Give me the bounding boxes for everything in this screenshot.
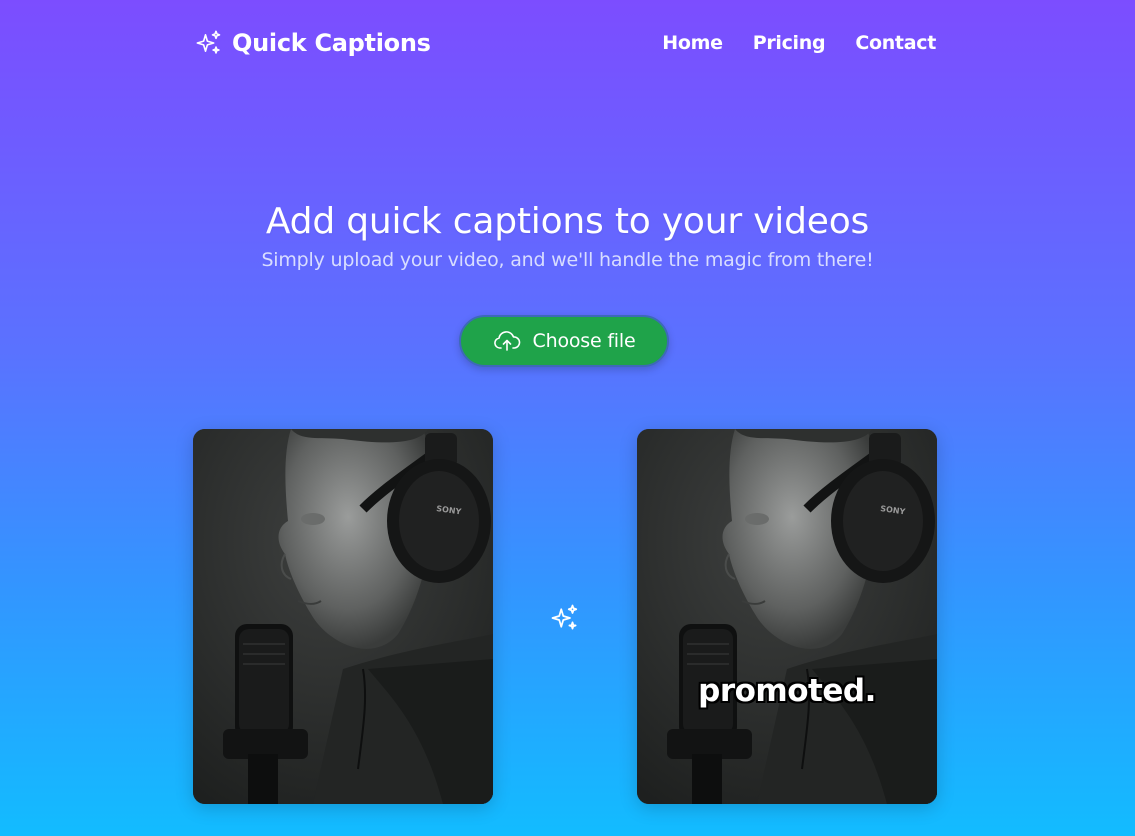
captioned-video-preview[interactable]: SONY promoted. — [637, 429, 937, 804]
hero-section: Add quick captions to your videos Simply… — [0, 198, 1135, 274]
hero-title: Add quick captions to your videos — [265, 201, 870, 242]
main-nav: Home Pricing Contact — [662, 32, 936, 54]
choose-file-label: Choose file — [532, 330, 636, 352]
site-header: Quick Captions Home Pricing Contact — [195, 24, 936, 62]
cloud-upload-icon — [493, 331, 520, 351]
video-caption: promoted. — [698, 673, 876, 709]
original-video-preview[interactable]: SONY — [193, 429, 493, 804]
podcast-host-photo: SONY — [193, 429, 493, 804]
choose-file-button[interactable]: Choose file — [459, 315, 669, 367]
brand-title: Quick Captions — [232, 29, 431, 57]
sparkles-icon — [551, 604, 578, 630]
brand-logo-link[interactable]: Quick Captions — [195, 29, 431, 57]
nav-pricing-link[interactable]: Pricing — [753, 32, 826, 54]
podcast-host-photo: SONY — [637, 429, 937, 804]
nav-home-link[interactable]: Home — [662, 32, 723, 54]
nav-contact-link[interactable]: Contact — [855, 32, 936, 54]
sparkles-icon — [196, 30, 221, 54]
hero-subtitle: Simply upload your video, and we'll hand… — [261, 249, 874, 271]
